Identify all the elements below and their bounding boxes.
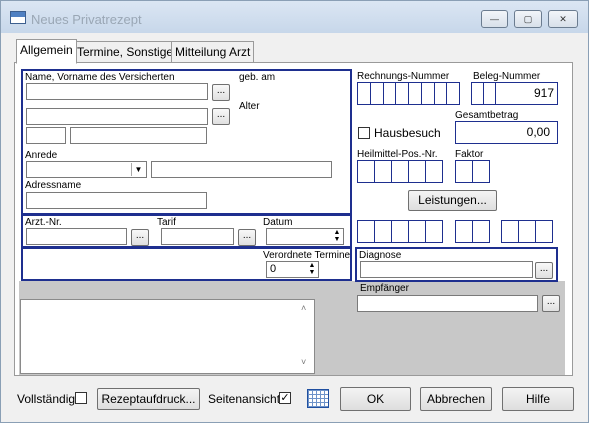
diagnose-label: Diagnose — [359, 250, 402, 261]
vollstaendig-checkbox[interactable] — [75, 392, 87, 404]
faktor-label: Faktor — [455, 149, 484, 160]
close-button[interactable]: ✕ — [548, 10, 578, 28]
tarif-label: Tarif — [157, 217, 176, 228]
notes-scroll-up-icon[interactable]: ˄ — [301, 303, 306, 313]
termine-label: Verordnete Termine — [263, 250, 351, 261]
heilmittel-label: Heilmittel-Pos.-Nr. — [357, 149, 438, 160]
arzt-nr-lookup-button[interactable]: ... — [131, 229, 149, 246]
beleg-nummer-label: Beleg-Nummer — [473, 71, 541, 82]
tab-allgemein[interactable]: Allgemein — [16, 39, 77, 64]
address-name-label: Adressname — [25, 180, 82, 191]
birth-label: geb. am — [239, 72, 276, 83]
prescription-window: Neues Privatrezept — ▢ ✕ Allgemein Termi… — [0, 0, 589, 423]
chevron-down-icon[interactable]: ▼ — [131, 163, 145, 176]
seitenansicht-checkbox[interactable]: ✓ — [279, 392, 291, 404]
gesamtbetrag-field[interactable]: 0,00 — [455, 121, 558, 144]
termine-group: Verordnete Termine 0 ▲ ▼ — [21, 247, 352, 281]
first-name-field[interactable] — [26, 108, 208, 125]
empfaenger-field[interactable] — [357, 295, 538, 312]
title-field[interactable] — [151, 161, 332, 178]
notes-scroll-down-icon[interactable]: ˅ — [301, 357, 306, 367]
rezeptaufdruck-button[interactable]: Rezeptaufdruck... — [97, 388, 200, 410]
window-title: Neues Privatrezept — [31, 12, 142, 27]
diagnose-lookup-button[interactable]: ... — [535, 262, 553, 279]
tab-panel-allgemein: ˄ ˅ Name, Vorname des Versicherten geb. … — [14, 62, 573, 376]
arzt-nr-label: Arzt.-Nr. — [25, 217, 62, 228]
first-name-lookup-button[interactable]: ... — [212, 108, 230, 125]
position-field-1[interactable] — [357, 220, 443, 243]
salutation-label: Anrede — [25, 150, 58, 161]
gesamtbetrag-label: Gesamtbetrag — [455, 110, 519, 121]
notes-textarea[interactable] — [20, 299, 315, 374]
seitenansicht-label: Seitenansicht — [208, 392, 281, 406]
heilmittel-field[interactable] — [357, 160, 443, 183]
datum-label: Datum — [263, 217, 293, 228]
maximize-button[interactable]: ▢ — [514, 10, 542, 28]
datum-spinner[interactable]: ▲ ▼ — [331, 229, 343, 244]
minimize-button[interactable]: — — [481, 10, 508, 28]
tab-mitteilung-arzt[interactable]: Mitteilung Arzt — [171, 41, 255, 63]
age-label: Alter — [239, 101, 260, 112]
rechnungs-nummer-field[interactable] — [357, 82, 460, 105]
leistungen-button[interactable]: Leistungen... — [408, 190, 497, 211]
gesamtbetrag-value: 0,00 — [526, 125, 550, 139]
hausbesuch-label: Hausbesuch — [374, 126, 441, 140]
rechnungs-nummer-label: Rechnungs-Nummer — [357, 71, 450, 82]
position-field-3[interactable] — [501, 220, 553, 243]
name-lookup-button[interactable]: ... — [212, 84, 230, 101]
diagnose-field[interactable] — [360, 261, 533, 278]
termine-spinner[interactable]: ▲ ▼ — [306, 262, 318, 277]
salutation-select[interactable]: ▼ — [26, 161, 147, 178]
city-field[interactable] — [70, 127, 207, 144]
beleg-nummer-value: 917 — [533, 86, 554, 100]
hausbesuch-checkbox[interactable] — [358, 127, 370, 139]
ok-button[interactable]: OK — [340, 387, 411, 411]
name-field[interactable] — [26, 83, 208, 100]
position-field-2[interactable] — [455, 220, 490, 243]
vollstaendig-label: Vollständig — [17, 392, 76, 406]
empfaenger-label: Empfänger — [360, 283, 409, 294]
tarif-lookup-button[interactable]: ... — [238, 229, 256, 246]
hilfe-button[interactable]: Hilfe — [502, 387, 574, 411]
abbrechen-button[interactable]: Abbrechen — [420, 387, 492, 411]
diagnose-group: Diagnose ... — [355, 247, 558, 282]
patient-group: Name, Vorname des Versicherten geb. am .… — [21, 69, 352, 215]
beleg-nummer-field[interactable]: 917 — [471, 82, 558, 105]
name-label: Name, Vorname des Versicherten — [25, 72, 175, 83]
zip-field[interactable] — [26, 127, 66, 144]
tarif-field[interactable] — [161, 228, 234, 245]
app-icon — [10, 11, 26, 24]
tab-termine-sonstiges[interactable]: Termine, Sonstiges — [73, 41, 184, 63]
address-name-field[interactable] — [26, 192, 207, 209]
empfaenger-lookup-button[interactable]: ... — [542, 295, 560, 312]
title-bar: Neues Privatrezept — ▢ ✕ — [1, 1, 588, 33]
faktor-field[interactable] — [455, 160, 490, 183]
doctor-group: Arzt.-Nr. Tarif Datum ... ... ▲ ▼ — [21, 214, 352, 248]
arzt-nr-field[interactable] — [26, 228, 127, 245]
calendar-icon[interactable] — [307, 389, 329, 408]
